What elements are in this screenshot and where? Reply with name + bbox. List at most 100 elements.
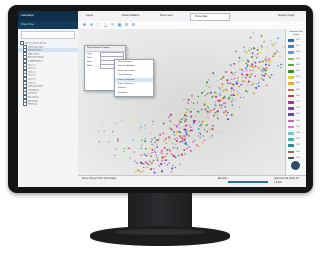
survey-point	[245, 62, 248, 65]
survey-point	[236, 90, 238, 92]
context-menu[interactable]: Select Features Select by Attribute Select…	[114, 59, 154, 97]
survey-point	[233, 89, 235, 91]
legend-label: 1.60	[296, 132, 300, 134]
map-scale: 1:2,400	[274, 182, 282, 184]
survey-point	[220, 78, 223, 80]
survey-point	[251, 48, 253, 50]
survey-point	[258, 79, 260, 81]
survey-point	[255, 87, 258, 89]
survey-point	[168, 148, 171, 151]
legend-label: 0.20	[296, 45, 300, 48]
draw-icon[interactable]: ✎	[110, 22, 115, 27]
settings-icon[interactable]: ⚙	[131, 22, 136, 27]
layer-checkbox[interactable]	[23, 102, 27, 106]
survey-point	[197, 128, 200, 130]
survey-point	[221, 131, 223, 133]
survey-point	[207, 117, 209, 119]
tab-scene-view[interactable]: Scene View	[156, 13, 190, 19]
legend-swatch	[288, 125, 294, 129]
survey-point	[166, 149, 169, 151]
survey-point	[254, 65, 257, 67]
survey-point	[184, 138, 186, 140]
survey-point	[265, 56, 268, 59]
survey-point	[221, 104, 223, 106]
elevation-slider[interactable]	[228, 181, 268, 183]
survey-point	[141, 162, 144, 165]
survey-point	[153, 160, 155, 162]
survey-point	[273, 52, 276, 55]
survey-point	[201, 142, 204, 144]
legend-label: 0.40	[296, 57, 300, 60]
survey-point	[162, 132, 165, 135]
compass-icon[interactable]	[291, 161, 300, 170]
survey-point	[151, 152, 153, 154]
pan-icon[interactable]: ✥	[82, 22, 87, 27]
survey-point	[150, 155, 153, 157]
survey-point	[267, 75, 270, 77]
survey-point	[97, 131, 100, 133]
survey-point	[208, 136, 211, 139]
measure-icon[interactable]: ⟂	[103, 22, 108, 27]
survey-point	[209, 109, 212, 112]
survey-point	[248, 47, 251, 49]
survey-point	[236, 80, 239, 83]
layer-search-input[interactable]	[21, 31, 75, 39]
survey-point	[172, 165, 174, 167]
survey-point	[270, 42, 274, 46]
legend-label: 0.50	[296, 63, 300, 66]
tab-drone-data[interactable]: Drone Data	[190, 13, 230, 21]
survey-point	[165, 159, 168, 161]
survey-point	[150, 141, 152, 143]
survey-point	[223, 95, 226, 98]
survey-point	[230, 71, 233, 74]
survey-point	[213, 114, 215, 117]
survey-point	[257, 47, 260, 49]
survey-point	[216, 74, 218, 77]
survey-point	[234, 99, 236, 102]
survey-point	[248, 49, 250, 52]
survey-point	[192, 140, 194, 143]
survey-point	[157, 146, 159, 148]
survey-point	[173, 131, 175, 133]
survey-point	[214, 107, 216, 110]
survey-point	[219, 91, 222, 94]
survey-point	[230, 87, 233, 90]
survey-point	[170, 121, 172, 123]
zoom-icon[interactable]: ⊕	[89, 22, 94, 27]
legend-title: Seasonal Cell Grade	[289, 31, 303, 36]
survey-point	[128, 147, 131, 149]
survey-point	[211, 135, 213, 137]
legend-swatch	[288, 45, 294, 48]
survey-point	[155, 154, 158, 156]
survey-point	[270, 73, 273, 76]
select-icon[interactable]: ⬚	[96, 22, 101, 27]
survey-point	[197, 95, 200, 98]
survey-point	[264, 58, 267, 61]
survey-point	[191, 94, 193, 97]
survey-point	[264, 73, 267, 76]
survey-point	[250, 75, 252, 77]
survey-point	[156, 145, 158, 147]
survey-point	[197, 135, 199, 137]
survey-point	[226, 79, 229, 82]
survey-point	[174, 124, 176, 126]
survey-point	[156, 156, 158, 159]
survey-point	[162, 122, 165, 125]
survey-point	[225, 114, 228, 116]
legend-swatch	[288, 150, 294, 154]
survey-point	[222, 89, 225, 92]
layers-icon[interactable]: ☰	[124, 22, 129, 27]
survey-point	[140, 147, 142, 150]
legend-swatch	[288, 70, 294, 73]
tab-model-validation[interactable]: Model Validation	[118, 13, 156, 19]
survey-point	[267, 51, 269, 53]
survey-point	[146, 163, 149, 166]
legend-label: 0.90	[296, 88, 300, 91]
survey-point	[152, 146, 154, 148]
tab-layout[interactable]: Layout	[82, 13, 118, 19]
grid-icon[interactable]: ▦	[117, 22, 122, 27]
user-account[interactable]: Stephen Knight	[274, 13, 306, 19]
layer-item[interactable]: Hillshade	[18, 102, 78, 106]
survey-point	[259, 51, 262, 54]
menu-item[interactable]: Properties	[115, 91, 153, 95]
